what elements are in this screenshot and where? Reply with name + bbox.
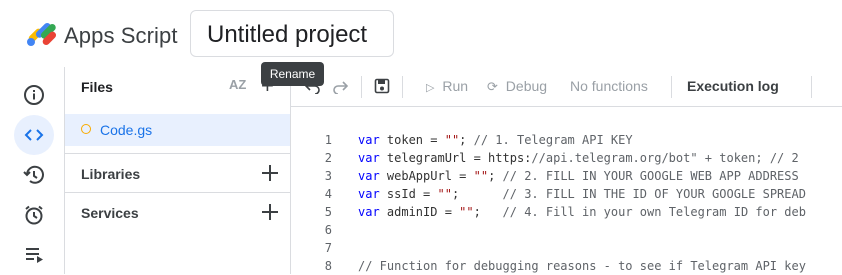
project-title-box[interactable]: Untitled project (190, 10, 394, 57)
file-item-code-gs[interactable]: Code.gs (65, 114, 290, 146)
execution-log-button[interactable]: Execution log (687, 78, 779, 94)
line-number: 3 (324, 169, 332, 183)
redo-icon[interactable] (332, 78, 348, 94)
divider (65, 192, 290, 193)
line-number: 1 (324, 133, 332, 147)
triggers-button[interactable] (14, 195, 54, 235)
rename-tooltip: Rename (261, 62, 324, 86)
code-editor[interactable]: 1 2 3 4 5 6 7 8 var token = ""; // 1. Te… (291, 107, 842, 274)
executions-icon (26, 248, 43, 263)
debug-button[interactable]: ⟳ Debug (487, 78, 547, 95)
run-button[interactable]: ▷ Run (426, 78, 468, 94)
alarm-icon (25, 205, 43, 225)
sort-files-icon[interactable]: AZ (229, 77, 246, 92)
debug-icon: ⟳ (487, 79, 498, 94)
unsaved-dot-icon (81, 124, 91, 134)
line-number: 5 (324, 205, 332, 219)
apps-script-logo (27, 22, 57, 46)
code-line[interactable]: var ssId = ""; // 3. FILL IN THE ID OF Y… (358, 187, 806, 201)
services-label: Services (81, 205, 139, 221)
executions-button[interactable] (14, 235, 54, 275)
code-icon (24, 129, 44, 141)
overview-button[interactable] (14, 75, 54, 115)
left-nav-rail (0, 67, 65, 274)
play-icon: ▷ (426, 82, 435, 94)
info-icon (24, 85, 44, 105)
project-title[interactable]: Untitled project (207, 21, 367, 49)
add-service-icon[interactable] (261, 203, 279, 221)
toolbar-divider (811, 76, 812, 98)
top-app-bar: Apps Script Untitled project (0, 0, 842, 68)
run-label: Run (442, 78, 469, 94)
line-number: 8 (324, 259, 332, 273)
line-number: 4 (324, 187, 332, 201)
save-icon[interactable] (374, 78, 390, 94)
editor-button[interactable] (14, 115, 54, 155)
debug-label: Debug (505, 78, 548, 94)
code-line[interactable]: var webAppUrl = ""; // 2. FILL IN YOUR G… (358, 169, 799, 183)
code-line[interactable]: var adminID = ""; // 4. Fill in your own… (358, 205, 806, 219)
toolbar-divider (361, 76, 362, 98)
files-panel: Files AZ + Code.gs Libraries Services (65, 67, 291, 274)
history-icon (23, 165, 44, 184)
add-library-icon[interactable] (261, 164, 279, 182)
code-line[interactable]: var telegramUrl = https://api.telegram.o… (358, 151, 799, 165)
file-name[interactable]: Code.gs (100, 122, 152, 138)
toolbar-divider (671, 76, 672, 98)
line-number: 6 (324, 223, 332, 237)
function-select[interactable]: No functions (570, 78, 648, 94)
triggers-history-button[interactable] (14, 155, 54, 195)
divider (65, 153, 290, 154)
line-number: 7 (324, 241, 332, 255)
files-title: Files (81, 79, 113, 95)
editor-toolbar: ▷ Run ⟳ Debug No functions Execution log (291, 67, 842, 107)
toolbar-divider (402, 76, 403, 98)
libraries-label: Libraries (81, 166, 141, 182)
code-line[interactable]: var token = ""; // 1. Telegram API KEY (358, 133, 633, 147)
line-number: 2 (324, 151, 332, 165)
app-name: Apps Script (64, 23, 178, 48)
code-line[interactable]: // Function for debugging reasons - to s… (358, 259, 806, 273)
